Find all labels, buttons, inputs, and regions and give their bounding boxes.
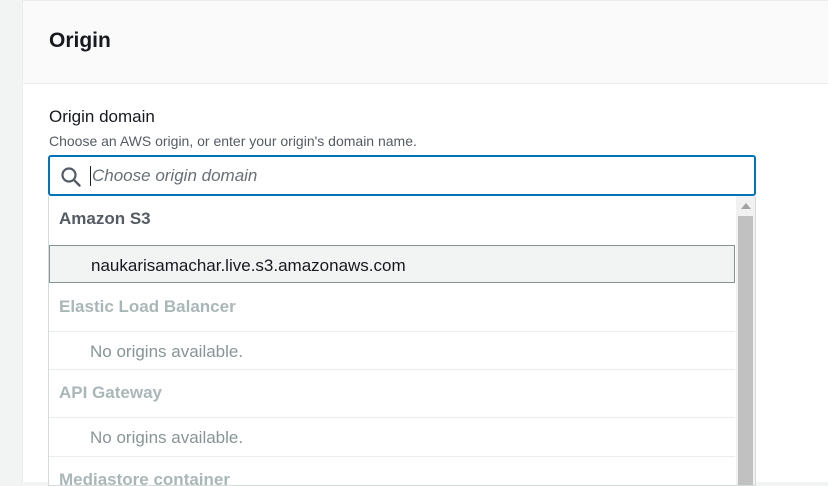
search-icon (60, 166, 82, 188)
divider (49, 369, 735, 370)
text-caret (90, 166, 91, 186)
option-no-api-gateway-origins: No origins available. (49, 418, 735, 456)
origin-domain-combobox[interactable] (48, 155, 756, 196)
option-label: No origins available. (90, 342, 244, 361)
group-header-amazon-s3: Amazon S3 (59, 209, 151, 228)
origin-domain-label: Origin domain (49, 107, 155, 126)
origin-domain-description: Choose an AWS origin, or enter your orig… (49, 133, 417, 149)
dropdown-scrollbar[interactable] (736, 196, 755, 485)
option-label: naukarisamachar.live.s3.amazonaws.com (91, 256, 406, 275)
panel-title: Origin (49, 29, 111, 52)
origin-panel: Origin Origin domain Choose an AWS origi… (22, 0, 828, 486)
scrollbar-thumb[interactable] (738, 216, 753, 485)
group-header-elastic-load-balancer: Elastic Load Balancer (59, 297, 236, 316)
panel-header: Origin (23, 0, 828, 84)
group-header-api-gateway: API Gateway (59, 383, 162, 402)
option-s3-bucket[interactable]: naukarisamachar.live.s3.amazonaws.com (49, 245, 735, 283)
option-no-elb-origins: No origins available. (49, 332, 735, 370)
origin-domain-search-input[interactable] (92, 162, 732, 190)
group-header-mediastore-container: Mediastore container (59, 470, 230, 486)
option-label: No origins available. (90, 428, 244, 447)
scroll-up-arrow-icon[interactable] (741, 203, 751, 209)
origin-domain-dropdown: Amazon S3 naukarisamachar.live.s3.amazon… (48, 196, 756, 486)
divider (49, 456, 735, 457)
